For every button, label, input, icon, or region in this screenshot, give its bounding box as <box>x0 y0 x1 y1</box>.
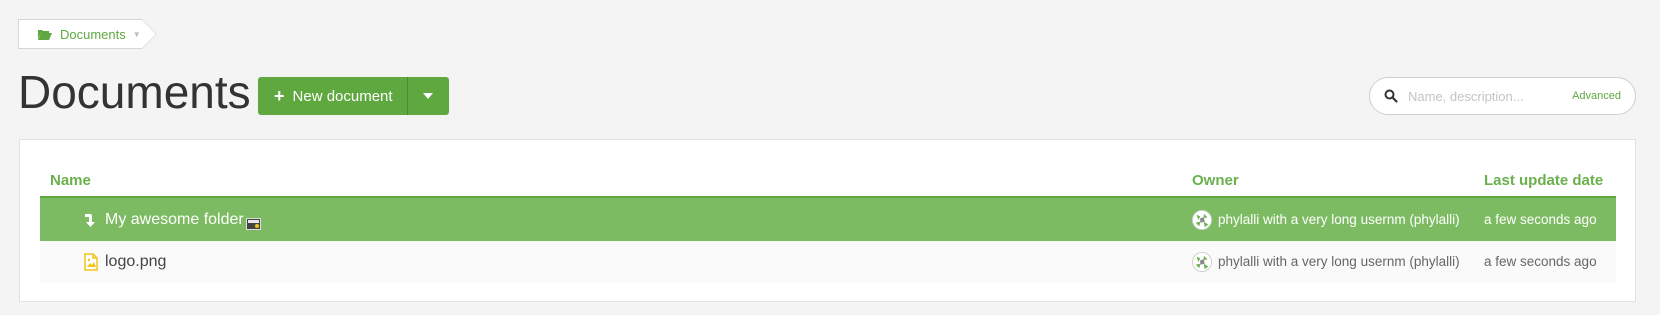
folder-arrow-icon <box>85 213 95 227</box>
folder-open-icon <box>38 29 52 40</box>
row-owner-cell: phylalli with a very long usernm (phylal… <box>1192 251 1484 272</box>
column-header-name[interactable]: Name <box>40 172 1192 189</box>
last-update-date: a few seconds ago <box>1484 212 1597 227</box>
documents-page: Documents ▼ Documents + New document Adv… <box>0 0 1660 315</box>
table-header: Name Owner Last update date <box>40 164 1616 198</box>
avatar <box>1192 251 1212 272</box>
owner-name: phylalli with a very long usernm (phylal… <box>1218 212 1460 227</box>
column-header-owner[interactable]: Owner <box>1192 172 1484 189</box>
document-title[interactable]: My awesome folder <box>105 211 244 229</box>
caret-down-icon: ▼ <box>132 29 141 39</box>
share-icon <box>245 217 261 230</box>
advanced-search-link[interactable]: Advanced <box>1572 90 1621 102</box>
new-document-label: New document <box>292 87 393 105</box>
last-update-date: a few seconds ago <box>1484 254 1597 269</box>
breadcrumb-item-documents[interactable]: Documents ▼ <box>18 19 157 49</box>
new-document-dropdown-button[interactable] <box>407 77 449 115</box>
breadcrumb-label: Documents <box>60 26 126 42</box>
table-row[interactable]: My awesome folder phylalli with a very l… <box>40 198 1616 241</box>
plus-icon: + <box>274 86 285 106</box>
document-title[interactable]: logo.png <box>105 253 166 271</box>
row-name-cell: logo.png <box>40 253 1192 271</box>
new-document-button-group: + New document <box>258 77 449 115</box>
owner-name: phylalli with a very long usernm (phylal… <box>1218 254 1460 269</box>
search-input[interactable] <box>1408 88 1567 104</box>
row-name-cell: My awesome folder <box>40 210 1192 230</box>
search-box: Advanced <box>1369 77 1636 115</box>
documents-table: Name Owner Last update date My awesome f… <box>40 164 1616 282</box>
chevron-down-icon <box>423 93 434 99</box>
search-icon <box>1384 89 1398 103</box>
table-row[interactable]: logo.png phylalli with a very long usern… <box>40 241 1616 282</box>
avatar <box>1192 209 1212 230</box>
documents-panel: Name Owner Last update date My awesome f… <box>19 139 1636 302</box>
row-owner-cell: phylalli with a very long usernm (phylal… <box>1192 209 1484 230</box>
column-header-date[interactable]: Last update date <box>1484 172 1616 189</box>
image-file-icon <box>84 252 98 271</box>
page-title: Documents <box>18 66 251 118</box>
new-document-button[interactable]: + New document <box>258 77 408 115</box>
breadcrumb: Documents ▼ <box>18 19 157 49</box>
